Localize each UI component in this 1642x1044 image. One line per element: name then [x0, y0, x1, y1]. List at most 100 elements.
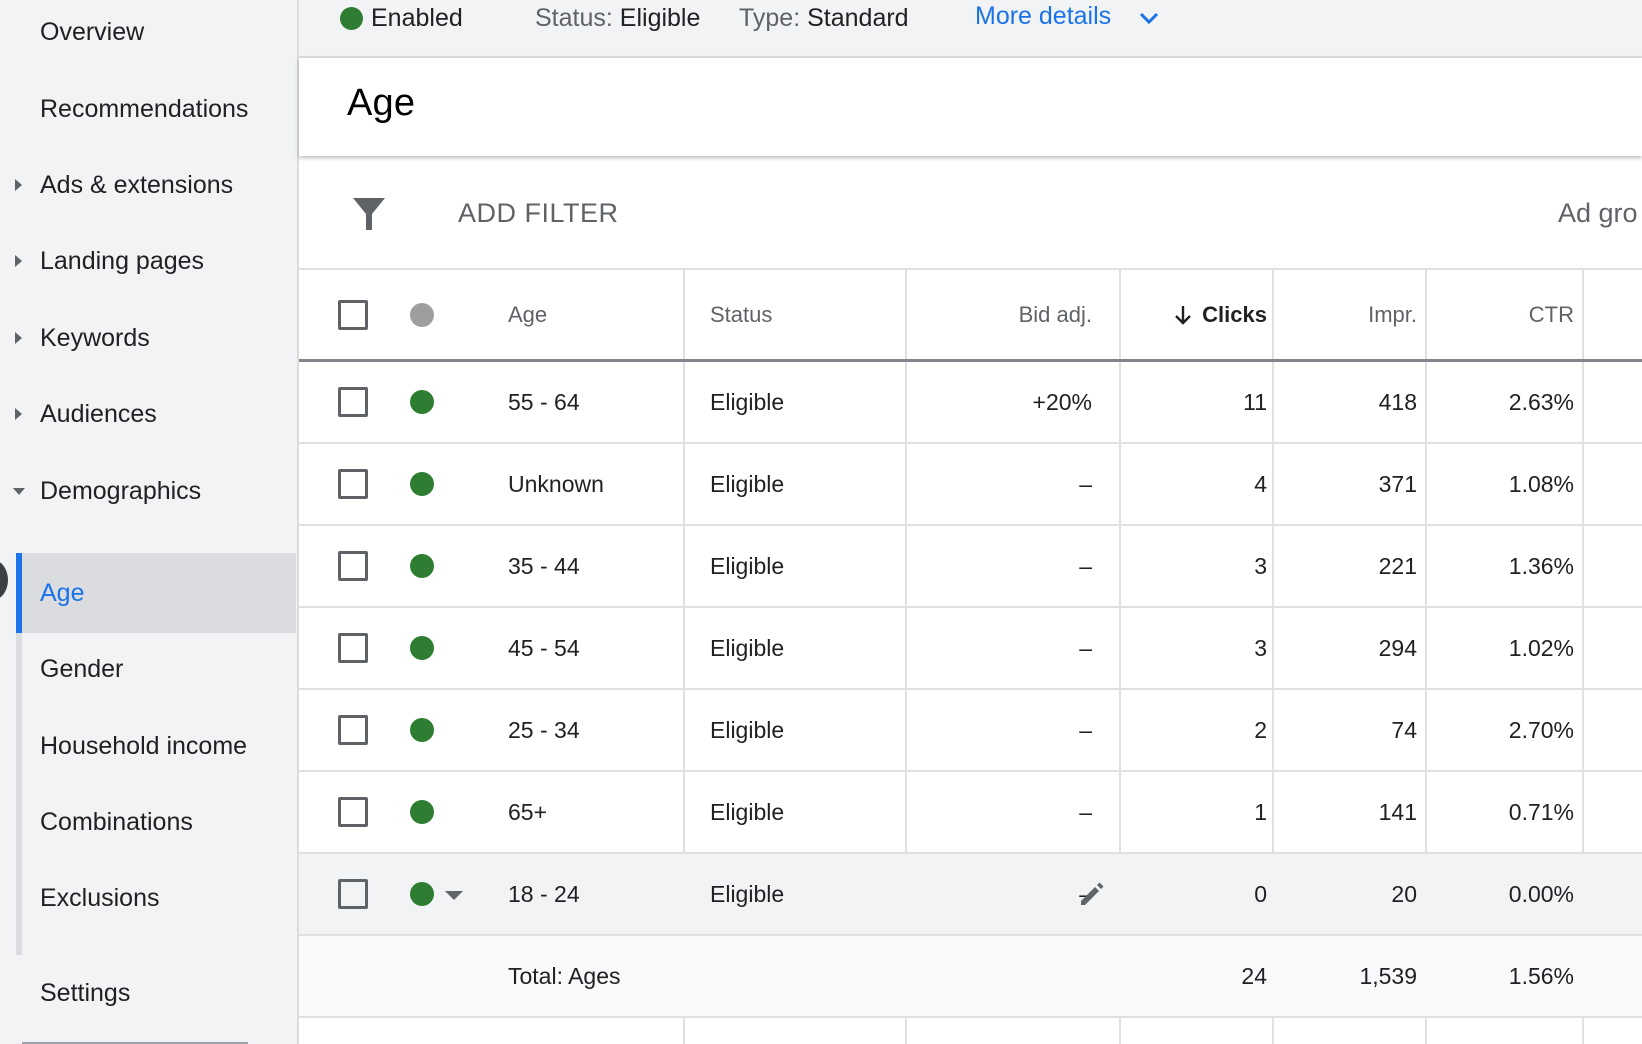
sidebar-item-household-income[interactable]: Household income: [16, 706, 296, 786]
cell-bid-adj[interactable]: +20%: [912, 362, 1092, 442]
header-clicks[interactable]: Clicks: [1127, 270, 1267, 359]
cell-age: 35 - 44: [508, 552, 580, 579]
caret-right-icon[interactable]: [15, 408, 22, 420]
sidebar-item-label: Keywords: [40, 323, 150, 352]
cell-impr: 74: [1391, 716, 1417, 743]
sidebar-nav: Overview Recommendations Ads & extension…: [0, 0, 296, 1044]
cell-age: Unknown: [508, 470, 604, 497]
add-filter-button[interactable]: ADD FILTER: [458, 198, 619, 229]
table-row[interactable]: 35 - 44 Eligible – 3 221 1.36%: [299, 526, 1642, 608]
sidebar-item-gender[interactable]: Gender: [16, 629, 296, 709]
row-checkbox[interactable]: [338, 879, 368, 909]
table-row[interactable]: 25 - 34 Eligible – 2 74 2.70%: [299, 690, 1642, 772]
enabled-status-icon: [410, 554, 434, 578]
caret-down-icon[interactable]: [13, 488, 25, 495]
filter-bar: ADD FILTER Ad gro: [299, 158, 1642, 270]
cell-status: Eligible: [710, 880, 785, 907]
cell-status: Eligible: [710, 798, 785, 825]
table-row[interactable]: Unknown Eligible – 4 371 1.08%: [299, 444, 1642, 526]
cell-age: 45 - 54: [508, 634, 580, 661]
sidebar-item-demographics[interactable]: Demographics: [0, 451, 296, 531]
cell-ctr: 1.08%: [1508, 470, 1574, 497]
cell-bid-adj[interactable]: –: [912, 690, 1092, 770]
table-row[interactable]: 18 - 24 Eligible – 0 20 0.00%: [299, 854, 1642, 936]
cell-impr: 418: [1378, 388, 1417, 415]
status-dropdown-icon[interactable]: [445, 891, 463, 900]
cell-clicks: 2: [1254, 716, 1267, 743]
caret-right-icon[interactable]: [15, 255, 22, 267]
cell-ctr: 1.02%: [1508, 634, 1574, 661]
sidebar-item-keywords[interactable]: Keywords: [0, 298, 296, 378]
header-age[interactable]: Age: [508, 270, 547, 359]
enabled-status-icon: [410, 636, 434, 660]
collapse-handle[interactable]: [0, 560, 8, 600]
header-status[interactable]: Status: [710, 270, 772, 359]
row-checkbox[interactable]: [338, 715, 368, 745]
pencil-edit-icon[interactable]: [1077, 879, 1107, 909]
cell-bid-adj[interactable]: –: [912, 854, 1092, 934]
filter-icon[interactable]: [351, 196, 387, 232]
chevron-down-icon[interactable]: [1139, 8, 1159, 28]
row-checkbox[interactable]: [338, 633, 368, 663]
sidebar-item-ads-extensions[interactable]: Ads & extensions: [0, 145, 296, 225]
enabled-status-icon: [340, 7, 363, 30]
sidebar-item-exclusions[interactable]: Exclusions: [16, 858, 296, 938]
row-checkbox[interactable]: [338, 387, 368, 417]
table-row[interactable]: 55 - 64 Eligible +20% 11 418 2.63%: [299, 362, 1642, 444]
table-header-row: Age Status Bid adj. Clicks Impr. CTR: [299, 270, 1642, 362]
sidebar-item-age[interactable]: Age: [16, 553, 296, 633]
header-bid-adj[interactable]: Bid adj.: [912, 270, 1092, 359]
enabled-status-icon: [410, 882, 434, 906]
table-row[interactable]: 65+ Eligible – 1 141 0.71%: [299, 772, 1642, 854]
cell-status: Eligible: [710, 552, 785, 579]
sidebar-item-label: Age: [40, 578, 85, 607]
row-checkbox[interactable]: [338, 797, 368, 827]
header-impr[interactable]: Impr.: [1287, 270, 1417, 359]
page-title: Age: [347, 82, 416, 124]
sidebar-item-label: Household income: [40, 731, 248, 760]
select-all-checkbox[interactable]: [338, 299, 368, 330]
cell-bid-adj[interactable]: –: [912, 444, 1092, 524]
cell-bid-adj[interactable]: –: [912, 608, 1092, 688]
cell-clicks: 3: [1254, 634, 1267, 661]
cell-ctr: 0.00%: [1508, 880, 1574, 907]
cell-bid-adj[interactable]: –: [912, 772, 1092, 852]
cell-clicks: 4: [1254, 470, 1267, 497]
cell-age: 25 - 34: [508, 716, 580, 743]
table-row[interactable]: 45 - 54 Eligible – 3 294 1.02%: [299, 608, 1642, 690]
status-info: Status: Eligible: [535, 4, 701, 32]
total-label: Total: Ages: [508, 962, 621, 989]
type-info: Type: Standard: [739, 4, 909, 32]
enabled-status-icon: [410, 390, 434, 414]
cell-clicks: 0: [1254, 880, 1267, 907]
sidebar-item-recommendations[interactable]: Recommendations: [0, 69, 296, 149]
sidebar-item-combinations[interactable]: Combinations: [16, 782, 296, 862]
caret-right-icon[interactable]: [15, 332, 22, 344]
table-total-row: Total: Ages 24 1,539 1.56%: [299, 936, 1642, 1018]
sidebar-item-landing-pages[interactable]: Landing pages: [0, 221, 296, 301]
cell-ctr: 1.36%: [1508, 552, 1574, 579]
header-ctr[interactable]: CTR: [1439, 270, 1574, 359]
row-checkbox[interactable]: [338, 551, 368, 581]
enabled-status-icon: [410, 718, 434, 742]
cell-impr: 20: [1391, 880, 1417, 907]
total-ctr: 1.56%: [1508, 962, 1574, 989]
sidebar-item-label: Exclusions: [40, 883, 160, 912]
sidebar-item-settings[interactable]: Settings: [0, 953, 296, 1033]
cell-impr: 141: [1378, 798, 1417, 825]
caret-right-icon[interactable]: [15, 179, 22, 191]
cell-clicks: 3: [1254, 552, 1267, 579]
more-details-link[interactable]: More details: [975, 2, 1111, 31]
total-clicks: 24: [1241, 962, 1267, 989]
cell-age: 65+: [508, 798, 548, 825]
cell-ctr: 2.63%: [1508, 388, 1574, 415]
status-column-icon: [410, 302, 434, 327]
sidebar-item-audiences[interactable]: Audiences: [0, 374, 296, 454]
sidebar-item-overview[interactable]: Overview: [0, 0, 296, 72]
row-checkbox[interactable]: [338, 469, 368, 499]
cell-status: Eligible: [710, 470, 785, 497]
sidebar-item-label: Combinations: [40, 807, 193, 836]
cell-bid-adj[interactable]: –: [912, 526, 1092, 606]
enabled-status-icon: [410, 800, 434, 824]
cell-ctr: 0.71%: [1508, 798, 1574, 825]
